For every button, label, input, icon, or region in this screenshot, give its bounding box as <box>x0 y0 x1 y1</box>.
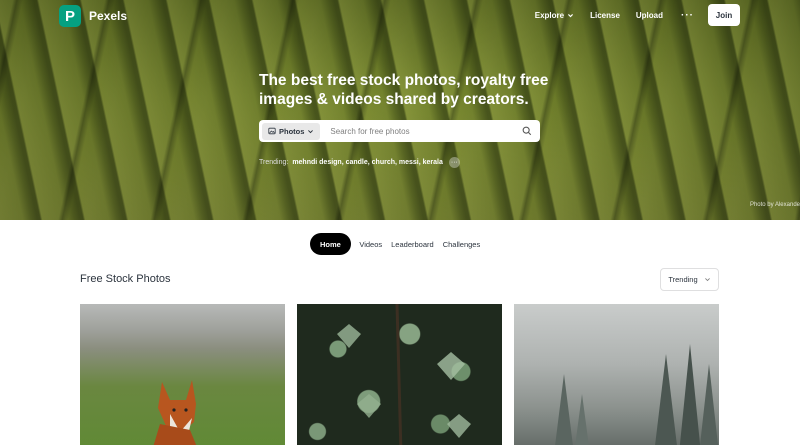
photo-card-forest[interactable] <box>514 304 719 445</box>
chevron-down-icon <box>308 129 314 133</box>
ivy-image <box>337 304 471 445</box>
image-icon <box>268 127 276 135</box>
search-icon[interactable] <box>522 126 532 136</box>
tab-challenges[interactable]: Challenges <box>438 233 485 255</box>
logo[interactable]: P Pexels <box>59 5 127 27</box>
fox-image <box>153 380 197 445</box>
search-input[interactable]: Search for free photos <box>330 127 522 136</box>
top-navigation: Explore License Upload ··· Join <box>527 4 740 26</box>
join-button[interactable]: Join <box>708 4 740 26</box>
sort-label: Trending <box>668 275 698 284</box>
trending-searches: Trending: mehndi design, candle, church,… <box>259 157 460 168</box>
photo-card-ivy[interactable] <box>297 304 502 445</box>
trending-label: Trending: <box>259 159 289 166</box>
brand-name: Pexels <box>89 9 128 23</box>
search-type-label: Photos <box>279 126 305 136</box>
explore-menu[interactable]: Explore <box>527 11 582 20</box>
tab-videos[interactable]: Videos <box>355 233 387 255</box>
chevron-down-icon <box>704 278 710 282</box>
more-trending-icon[interactable]: ··· <box>448 157 460 168</box>
search-bar[interactable]: Photos Search for free photos <box>259 120 540 142</box>
hero-banner: P Pexels Explore License Upload ··· Join… <box>0 0 800 220</box>
content-tabs: Home Videos Leaderboard Challenges <box>310 233 485 255</box>
photo-card-fox[interactable] <box>80 304 285 445</box>
tab-leaderboard[interactable]: Leaderboard <box>387 233 439 255</box>
tab-home[interactable]: Home <box>310 233 351 255</box>
license-link[interactable]: License <box>582 11 628 20</box>
trending-terms[interactable]: mehndi design, candle, church, messi, ke… <box>292 159 443 166</box>
forest-image <box>555 344 718 445</box>
search-type-dropdown[interactable]: Photos <box>262 122 321 140</box>
hero-headline: The best free stock photos, royalty free… <box>259 72 549 108</box>
sort-dropdown[interactable]: Trending <box>660 268 719 291</box>
section-title: Free Stock Photos <box>80 273 171 285</box>
photo-credit[interactable]: Photo by Alexande <box>750 202 800 208</box>
upload-link[interactable]: Upload <box>628 11 671 20</box>
pexels-logo-icon: P <box>59 5 81 27</box>
more-menu-icon[interactable]: ··· <box>671 10 704 21</box>
chevron-down-icon <box>568 13 574 17</box>
